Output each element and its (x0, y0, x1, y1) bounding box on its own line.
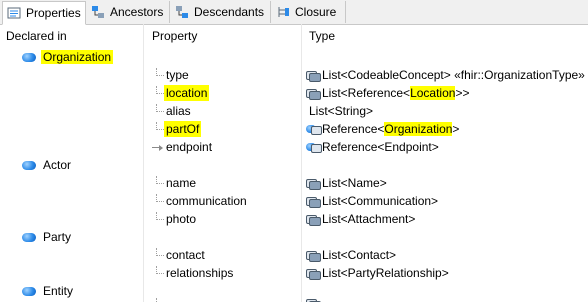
tree-connector (150, 266, 164, 280)
tree-connector (150, 104, 164, 118)
property-type: List<String> (309, 104, 374, 118)
list-type-icon (306, 268, 321, 280)
tree-connector (150, 298, 164, 302)
tree-connector (150, 86, 164, 100)
tab-label: Ancestors (110, 5, 164, 19)
column-header-property[interactable]: Property (152, 28, 197, 44)
property-name: contact (166, 248, 205, 262)
property-type: Reference<Endpoint> (322, 140, 439, 154)
property-type: List<PartyRelationship> (322, 266, 449, 280)
property-type: Reference<Organization> (322, 121, 459, 137)
property-type: List<Reference<Location>> (322, 85, 469, 101)
class-icon (22, 287, 36, 296)
property-name: communication (166, 194, 247, 208)
table-row[interactable]: alias List<String> (150, 103, 588, 119)
arrow-icon (150, 140, 164, 154)
table-row[interactable]: relationships List<PartyRelationship> (150, 265, 588, 281)
table-row[interactable]: name List<Name> (150, 175, 588, 191)
property-type: List<Name> (322, 176, 387, 190)
properties-icon (7, 6, 21, 20)
table-row[interactable]: type List<CodeableConcept> «fhir::Organi… (150, 67, 588, 83)
list-type-icon (306, 178, 321, 190)
property-name: relationships (166, 266, 234, 280)
table-row[interactable]: contact List<Contact> (150, 247, 588, 263)
type-text: Reference< (322, 122, 385, 136)
type-text: >> (455, 86, 470, 100)
list-type-icon (306, 298, 321, 302)
tab-closure[interactable]: Closure (272, 1, 346, 23)
ancestors-icon (91, 5, 105, 19)
tab-label: Closure (295, 5, 337, 19)
tree-connector (150, 212, 164, 226)
property-type: List<CodeableConcept> «fhir::Organizatio… (322, 68, 585, 82)
list-type-icon (306, 214, 321, 226)
list-type-icon (306, 196, 321, 208)
list-type-icon (306, 250, 321, 262)
class-icon (22, 161, 36, 170)
property-name: alias (166, 104, 191, 118)
property-name: endpoint (166, 140, 213, 154)
class-name: Entity (43, 284, 74, 298)
list-type-icon (306, 70, 321, 82)
type-text: List<Reference< (322, 86, 411, 100)
class-name: Organization (41, 50, 114, 64)
type-text: > (452, 122, 460, 136)
table-row[interactable]: location List<Reference<Location>> (150, 85, 588, 101)
descendants-icon (175, 5, 189, 19)
table-row[interactable]: endpoint Reference<Endpoint> (150, 139, 588, 155)
property-type: List<Communication> (322, 194, 439, 208)
tree-connector (150, 194, 164, 208)
table-row[interactable]: partOf Reference<Organization> (150, 121, 588, 137)
property-name: photo (166, 212, 197, 226)
type-highlight: Organization (384, 122, 453, 136)
tree-connector (150, 68, 164, 82)
reference-type-icon (306, 124, 322, 135)
property-name: location (164, 85, 210, 101)
table-row[interactable]: photo List<Attachment> (150, 211, 588, 227)
property-type: List<Attachment> (322, 212, 416, 226)
tree-connector (150, 122, 164, 136)
class-name: Party (43, 230, 72, 244)
tab-label: Properties (26, 6, 81, 20)
tab-descendants[interactable]: Descendants (171, 1, 271, 23)
tab-bar: Properties Ancestors Descendants Closure (0, 0, 588, 25)
column-separator (143, 24, 144, 302)
tab-properties[interactable]: Properties (2, 1, 86, 25)
tab-label: Descendants (194, 5, 265, 19)
column-header-declared-in[interactable]: Declared in (6, 28, 67, 44)
property-name: name (166, 176, 197, 190)
tree-connector (150, 248, 164, 262)
declaring-class-entity[interactable]: Entity (22, 283, 73, 299)
tab-ancestors[interactable]: Ancestors (87, 1, 170, 23)
declaring-class-party[interactable]: Party (22, 229, 71, 245)
property-type: List<Contact> (322, 248, 397, 262)
type-highlight: Location (410, 86, 456, 100)
class-icon (22, 233, 36, 242)
reference-type-icon (306, 142, 322, 153)
table-row (150, 298, 588, 302)
closure-icon (276, 5, 290, 19)
declaring-class-actor[interactable]: Actor (22, 157, 71, 173)
column-header-type[interactable]: Type (309, 28, 335, 44)
tree-connector (150, 176, 164, 190)
class-icon (22, 53, 36, 62)
list-type-icon (306, 88, 321, 100)
table-row[interactable]: communication List<Communication> (150, 193, 588, 209)
property-name: partOf (164, 121, 202, 137)
class-name: Actor (43, 158, 72, 172)
declaring-class-organization[interactable]: Organization (22, 49, 114, 65)
property-name: type (166, 68, 189, 82)
